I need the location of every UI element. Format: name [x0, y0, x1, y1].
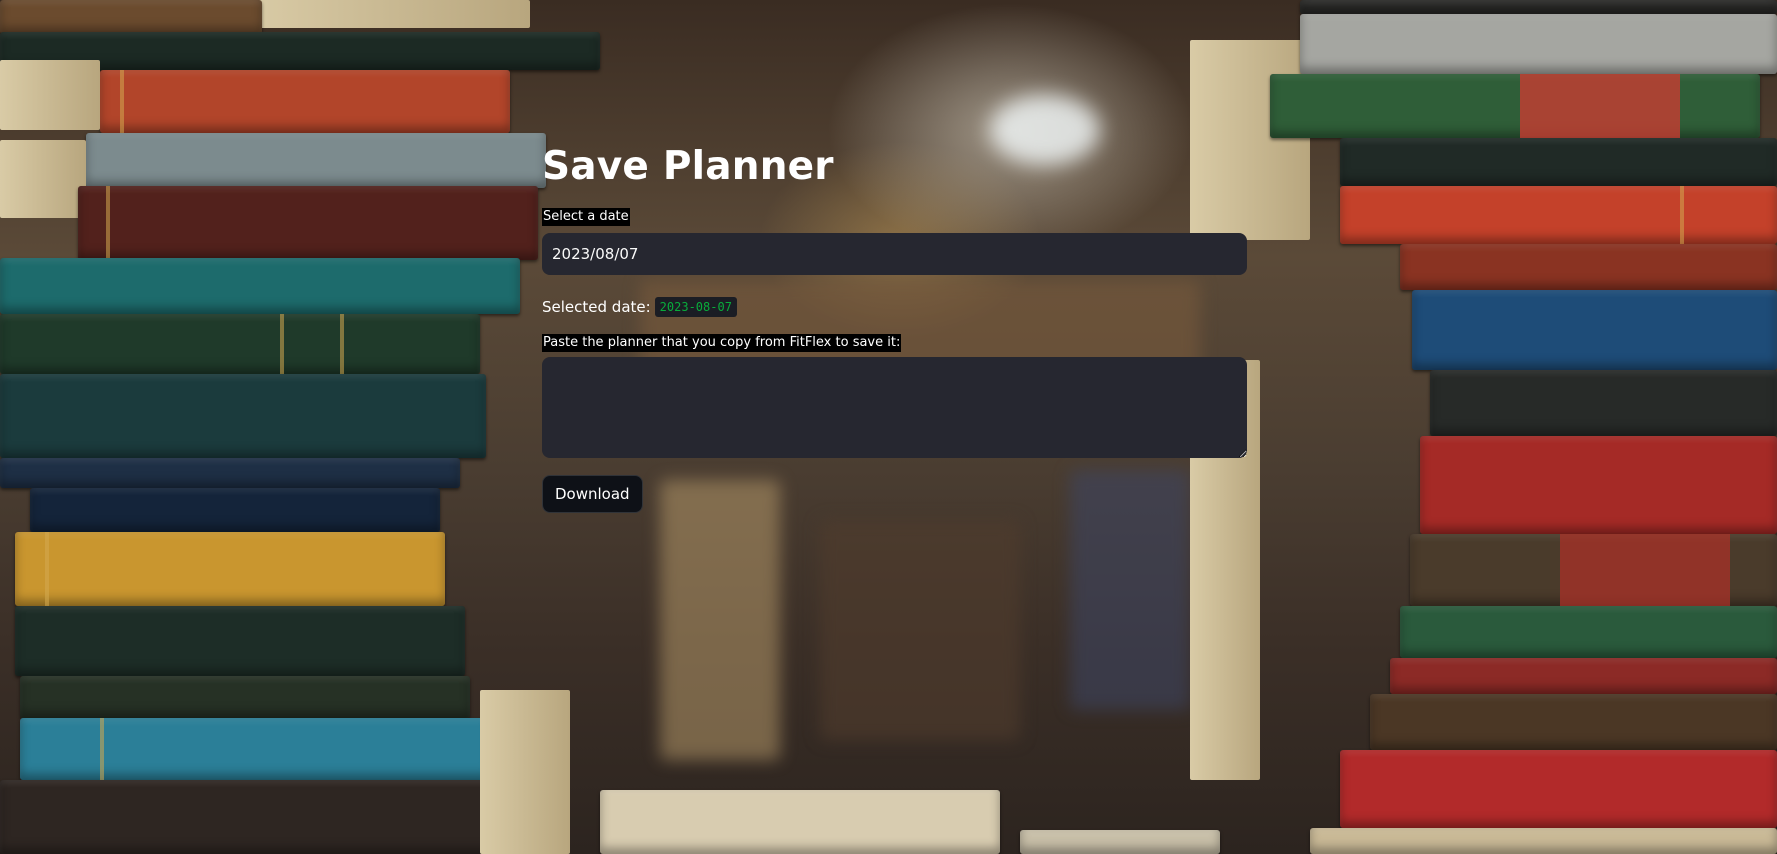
- book: [1270, 74, 1760, 138]
- book: [1412, 290, 1777, 370]
- app-root: Save Planner Select a date Selected date…: [0, 0, 1777, 854]
- book: [1400, 244, 1777, 290]
- book: [1410, 534, 1777, 606]
- book: [1300, 0, 1777, 14]
- planner-textarea[interactable]: [542, 357, 1247, 458]
- book: [1300, 14, 1777, 74]
- page-title: Save Planner: [542, 144, 834, 189]
- book: [1340, 186, 1777, 244]
- book: [0, 258, 520, 314]
- book: [15, 532, 445, 606]
- book-pages: [480, 690, 570, 854]
- book: [20, 718, 490, 780]
- left-book-stack: [0, 0, 600, 854]
- selected-date-row: Selected date: 2023-08-07: [542, 294, 1247, 320]
- date-field: Select a date: [542, 198, 1247, 275]
- book: [0, 780, 500, 854]
- date-label: Select a date: [542, 208, 630, 226]
- book: [0, 374, 486, 458]
- book: [0, 0, 262, 34]
- book: [1430, 370, 1777, 436]
- book: [1310, 828, 1777, 854]
- book: [0, 458, 460, 488]
- book: [0, 314, 480, 374]
- selected-date-label: Selected date:: [542, 298, 651, 316]
- book: [15, 606, 465, 676]
- book: [1340, 750, 1777, 828]
- book-pages: [0, 140, 86, 218]
- book: [1370, 694, 1777, 750]
- book: [78, 186, 538, 260]
- book: [20, 676, 470, 718]
- date-input[interactable]: [542, 233, 1247, 275]
- book-pages: [250, 0, 530, 28]
- book: [1400, 606, 1777, 658]
- book: [600, 790, 1000, 854]
- background-shelf: [660, 480, 780, 760]
- book: [30, 488, 440, 532]
- selected-date-value: 2023-08-07: [654, 297, 737, 317]
- background-shelf: [820, 520, 1020, 740]
- book: [1390, 658, 1777, 694]
- planner-label: Paste the planner that you copy from Fit…: [542, 334, 902, 352]
- download-button[interactable]: Download: [542, 475, 643, 513]
- book: [1340, 138, 1777, 186]
- right-book-stack: [1190, 0, 1777, 854]
- book: [1420, 436, 1777, 534]
- planner-field: Paste the planner that you copy from Fit…: [542, 320, 1247, 458]
- book: [100, 70, 510, 133]
- book: [86, 133, 546, 188]
- main-content: Save Planner Select a date Selected date…: [542, 130, 1247, 513]
- book-pages: [0, 60, 100, 130]
